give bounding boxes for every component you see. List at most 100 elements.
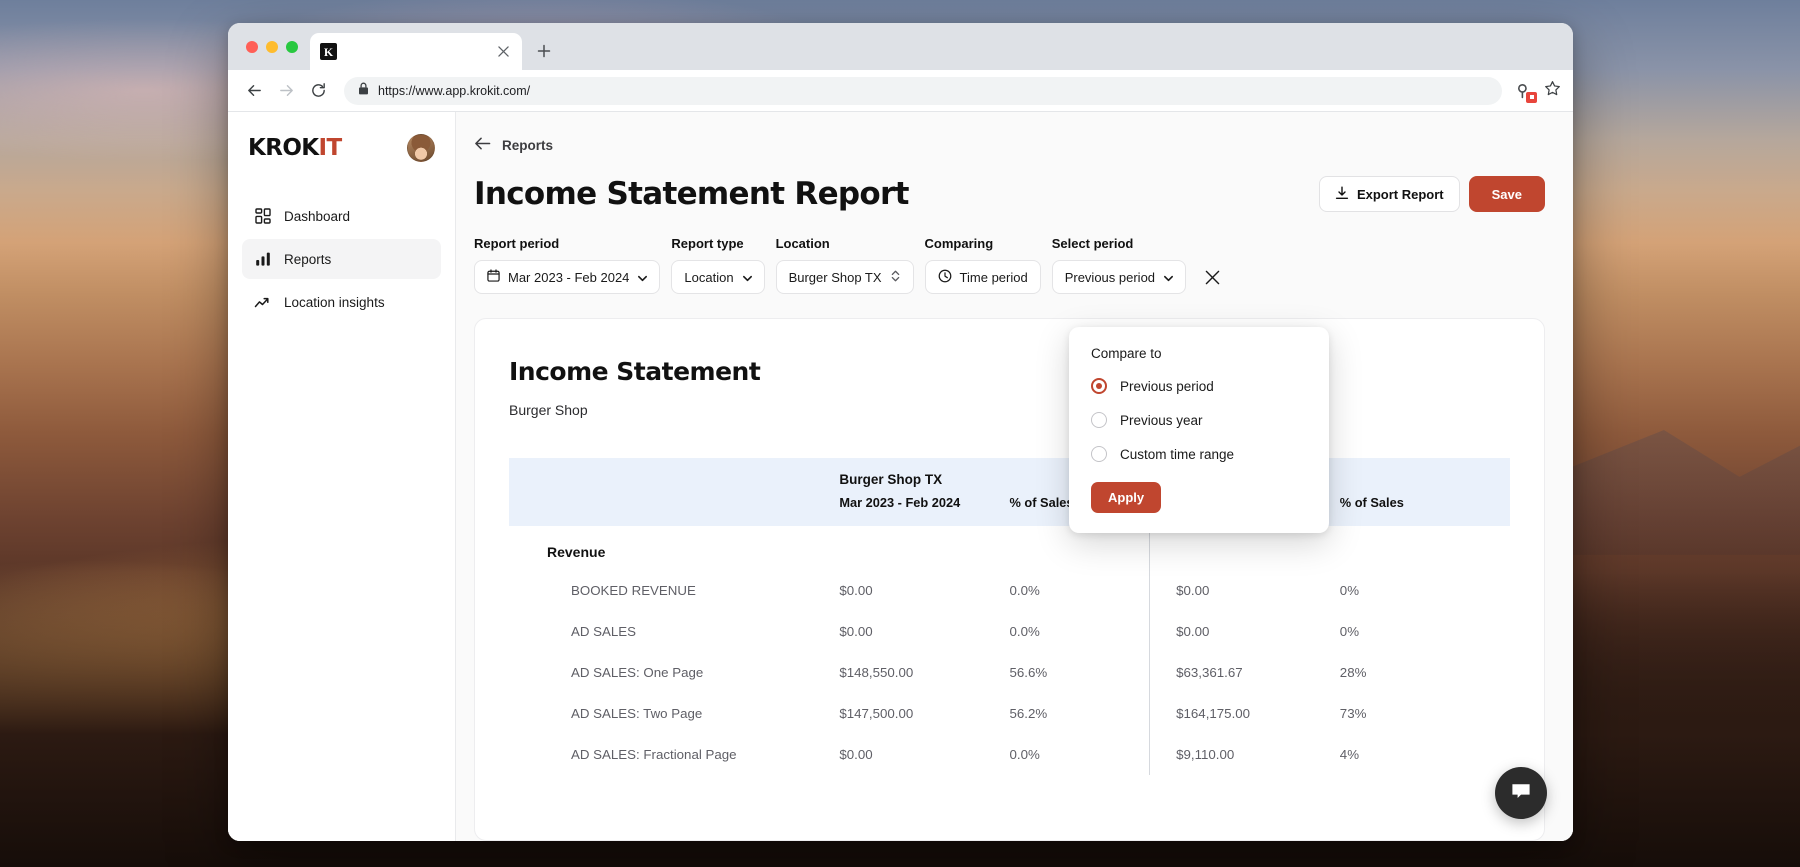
export-report-button[interactable]: Export Report <box>1318 176 1460 212</box>
filter-label: Report period <box>474 236 560 251</box>
table-row[interactable]: BOOKED REVENUE $0.00 0.0% $0.00 0% <box>509 570 1510 612</box>
select-period-value: Previous period <box>1064 269 1156 285</box>
user-avatar[interactable] <box>407 134 435 162</box>
chevron-up-down-icon <box>890 269 901 286</box>
radio-option-previous-period[interactable]: Previous period <box>1091 378 1307 394</box>
extension-icon[interactable] <box>1514 81 1537 103</box>
row-label: BOOKED REVENUE <box>571 583 696 599</box>
table-row[interactable]: AD SALES: Two Page $147,500.00 56.2% $16… <box>509 693 1510 735</box>
row-compare-value: $164,175.00 <box>1149 693 1340 735</box>
table-row[interactable]: AD SALES: Fractional Page $0.00 0.0% $9,… <box>509 734 1510 776</box>
radio-label: Previous year <box>1120 412 1203 428</box>
header-primary-pct-label: % of Sales <box>1009 495 1074 510</box>
row-primary-pct: 0.0% <box>1009 747 1040 763</box>
row-primary-pct: 0.0% <box>1009 624 1040 640</box>
filter-select-period: Select period Previous period <box>1051 236 1187 294</box>
sidebar-item-dashboard[interactable]: Dashboard <box>242 196 441 236</box>
sidebar-item-location-insights[interactable]: Location insights <box>242 282 441 322</box>
filter-bar: Report period Mar 2023 - Feb 2024 Report… <box>456 212 1573 294</box>
table-head: Burger Shop TX Compare period Mar 2023 -… <box>509 458 1510 527</box>
comparing-control[interactable]: Time period <box>924 260 1041 294</box>
row-label: AD SALES: Two Page <box>571 706 703 722</box>
apply-button[interactable]: Apply <box>1091 482 1162 513</box>
sidebar-item-label: Reports <box>284 251 332 267</box>
forward-button-icon[interactable] <box>272 77 300 105</box>
row-compare-pct: 4% <box>1339 747 1360 763</box>
radio-icon[interactable] <box>1091 412 1107 428</box>
back-arrow-icon[interactable] <box>474 136 491 154</box>
row-primary-value: $0.00 <box>839 747 873 763</box>
radio-icon[interactable] <box>1091 446 1107 462</box>
header-blank-4 <box>509 491 840 527</box>
filter-report-period: Report period Mar 2023 - Feb 2024 <box>474 236 661 294</box>
clear-comparison-button[interactable] <box>1197 260 1227 294</box>
new-tab-icon[interactable] <box>530 37 558 65</box>
location-value: Burger Shop TX <box>788 269 882 285</box>
row-compare-value: $9,110.00 <box>1149 734 1340 776</box>
chat-widget-button[interactable] <box>1495 767 1547 819</box>
location-stepper[interactable]: Burger Shop TX <box>775 260 914 294</box>
close-tab-icon[interactable] <box>494 43 512 61</box>
radio-icon-selected[interactable] <box>1091 378 1107 394</box>
bookmark-star-icon[interactable] <box>1544 80 1561 102</box>
report-period-dropdown[interactable]: Mar 2023 - Feb 2024 <box>474 260 661 294</box>
select-period-dropdown[interactable]: Previous period <box>1051 260 1187 294</box>
main-content: Reports Income Statement Report Export R… <box>456 112 1573 841</box>
logo-accent: IT <box>318 135 343 161</box>
maximize-window-button[interactable] <box>286 40 298 53</box>
row-primary-pct: 56.6% <box>1009 665 1048 681</box>
row-compare-pct: 0% <box>1339 583 1360 599</box>
browser-tab-strip: K <box>228 23 1573 70</box>
trending-up-icon <box>254 294 271 311</box>
report-type-value: Location <box>684 269 734 285</box>
comparing-value: Time period <box>959 269 1028 285</box>
browser-window: K https://www.app.krokit.com/ KROKIT Das… <box>228 23 1573 841</box>
table-row[interactable]: AD SALES: One Page $148,550.00 56.6% $63… <box>509 652 1510 694</box>
table-section-row: Revenue <box>509 526 1510 571</box>
popup-title: Compare to <box>1091 346 1162 361</box>
row-primary-pct: 56.2% <box>1009 706 1048 722</box>
chevron-down-icon <box>1163 272 1174 282</box>
reload-button-icon[interactable] <box>304 77 332 105</box>
app-sidebar: KROKIT Dashboard Reports Location insigh… <box>228 112 456 841</box>
filter-comparing: Comparing Time period <box>924 236 1041 294</box>
income-statement-table: Burger Shop TX Compare period Mar 2023 -… <box>509 458 1510 776</box>
sidebar-item-label: Location insights <box>284 294 385 310</box>
breadcrumb[interactable]: Reports <box>456 112 1573 154</box>
filter-label: Location <box>775 236 830 251</box>
filter-label: Comparing <box>924 236 994 251</box>
radio-option-previous-year[interactable]: Previous year <box>1091 412 1307 428</box>
radio-option-custom-time-range[interactable]: Custom time range <box>1091 446 1307 462</box>
row-primary-pct: 0.0% <box>1009 583 1040 599</box>
save-button[interactable]: Save <box>1468 176 1545 212</box>
header-compare-pct: % of Sales <box>1339 491 1510 527</box>
filter-report-type: Report type Location <box>671 236 765 294</box>
header-primary-period: Mar 2023 - Feb 2024 <box>839 491 1010 527</box>
chevron-down-icon <box>742 272 752 282</box>
row-primary-value: $0.00 <box>839 583 873 599</box>
address-bar[interactable]: https://www.app.krokit.com/ <box>344 76 1502 105</box>
filter-label: Report type <box>671 236 744 251</box>
report-subtitle: Burger Shop <box>509 402 588 418</box>
report-type-dropdown[interactable]: Location <box>671 260 765 294</box>
header-blank <box>509 458 840 491</box>
page-header-row: Income Statement Report Export Report Sa… <box>456 154 1573 212</box>
header-blank-3 <box>1339 458 1510 491</box>
row-compare-pct: 73% <box>1339 706 1367 722</box>
filter-clear-group: . <box>1197 236 1227 294</box>
radio-label: Previous period <box>1120 378 1214 394</box>
bar-chart-icon <box>254 251 271 268</box>
grid-icon <box>254 208 271 225</box>
sidebar-item-reports[interactable]: Reports <box>242 239 441 279</box>
filter-label: Select period <box>1051 236 1134 251</box>
close-window-button[interactable] <box>246 40 258 53</box>
browser-tab[interactable]: K <box>310 33 522 70</box>
back-button-icon[interactable] <box>240 77 268 105</box>
minimize-window-button[interactable] <box>266 40 278 53</box>
row-compare-value: $63,361.67 <box>1149 652 1340 694</box>
table-row[interactable]: AD SALES $0.00 0.0% $0.00 0% <box>509 611 1510 653</box>
lock-icon <box>358 82 369 100</box>
compare-to-popup: Compare to Previous period Previous year… <box>1069 327 1329 533</box>
calendar-icon <box>487 269 500 285</box>
app-logo[interactable]: KROKIT <box>248 135 342 161</box>
